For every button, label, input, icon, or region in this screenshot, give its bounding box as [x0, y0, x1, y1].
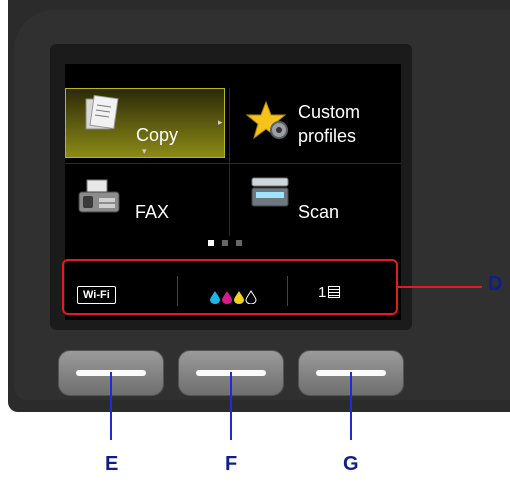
chevron-down-icon: ▾	[142, 146, 147, 156]
tile-divider-vertical	[229, 88, 230, 236]
fax-tile[interactable]: FAX	[65, 170, 225, 240]
copy-tile[interactable]: Copy ▸ ▾	[65, 88, 225, 158]
callout-e-label: E	[105, 453, 119, 475]
callout-d-leader	[398, 286, 482, 288]
page-dot	[222, 240, 228, 246]
fax-label: FAX	[135, 202, 170, 222]
star-gear-icon	[246, 100, 288, 140]
copy-icon	[85, 95, 119, 130]
status-bar-highlight	[62, 259, 398, 315]
scan-tile[interactable]: Scan	[232, 170, 392, 240]
scan-label: Scan	[298, 202, 340, 222]
callout-g-label: G	[343, 453, 359, 475]
page-indicator	[208, 240, 256, 246]
fax-icon	[78, 179, 120, 213]
custom-label-line2: profiles	[298, 126, 357, 146]
page-dot	[236, 240, 242, 246]
callout-e-leader	[110, 372, 112, 440]
tile-divider-horizontal	[65, 163, 401, 164]
chevron-right-icon: ▸	[218, 117, 223, 127]
callout-f-label: F	[225, 453, 238, 475]
callout-f-leader	[230, 372, 232, 440]
callout-d-label: D	[488, 273, 503, 295]
custom-label-line1: Custom	[298, 102, 361, 122]
page-dot-active	[208, 240, 214, 246]
copy-label: Copy	[136, 125, 179, 145]
callout-g-leader	[350, 372, 352, 440]
custom-profiles-tile[interactable]: Custom profiles	[232, 88, 392, 158]
scanner-icon	[251, 177, 289, 207]
